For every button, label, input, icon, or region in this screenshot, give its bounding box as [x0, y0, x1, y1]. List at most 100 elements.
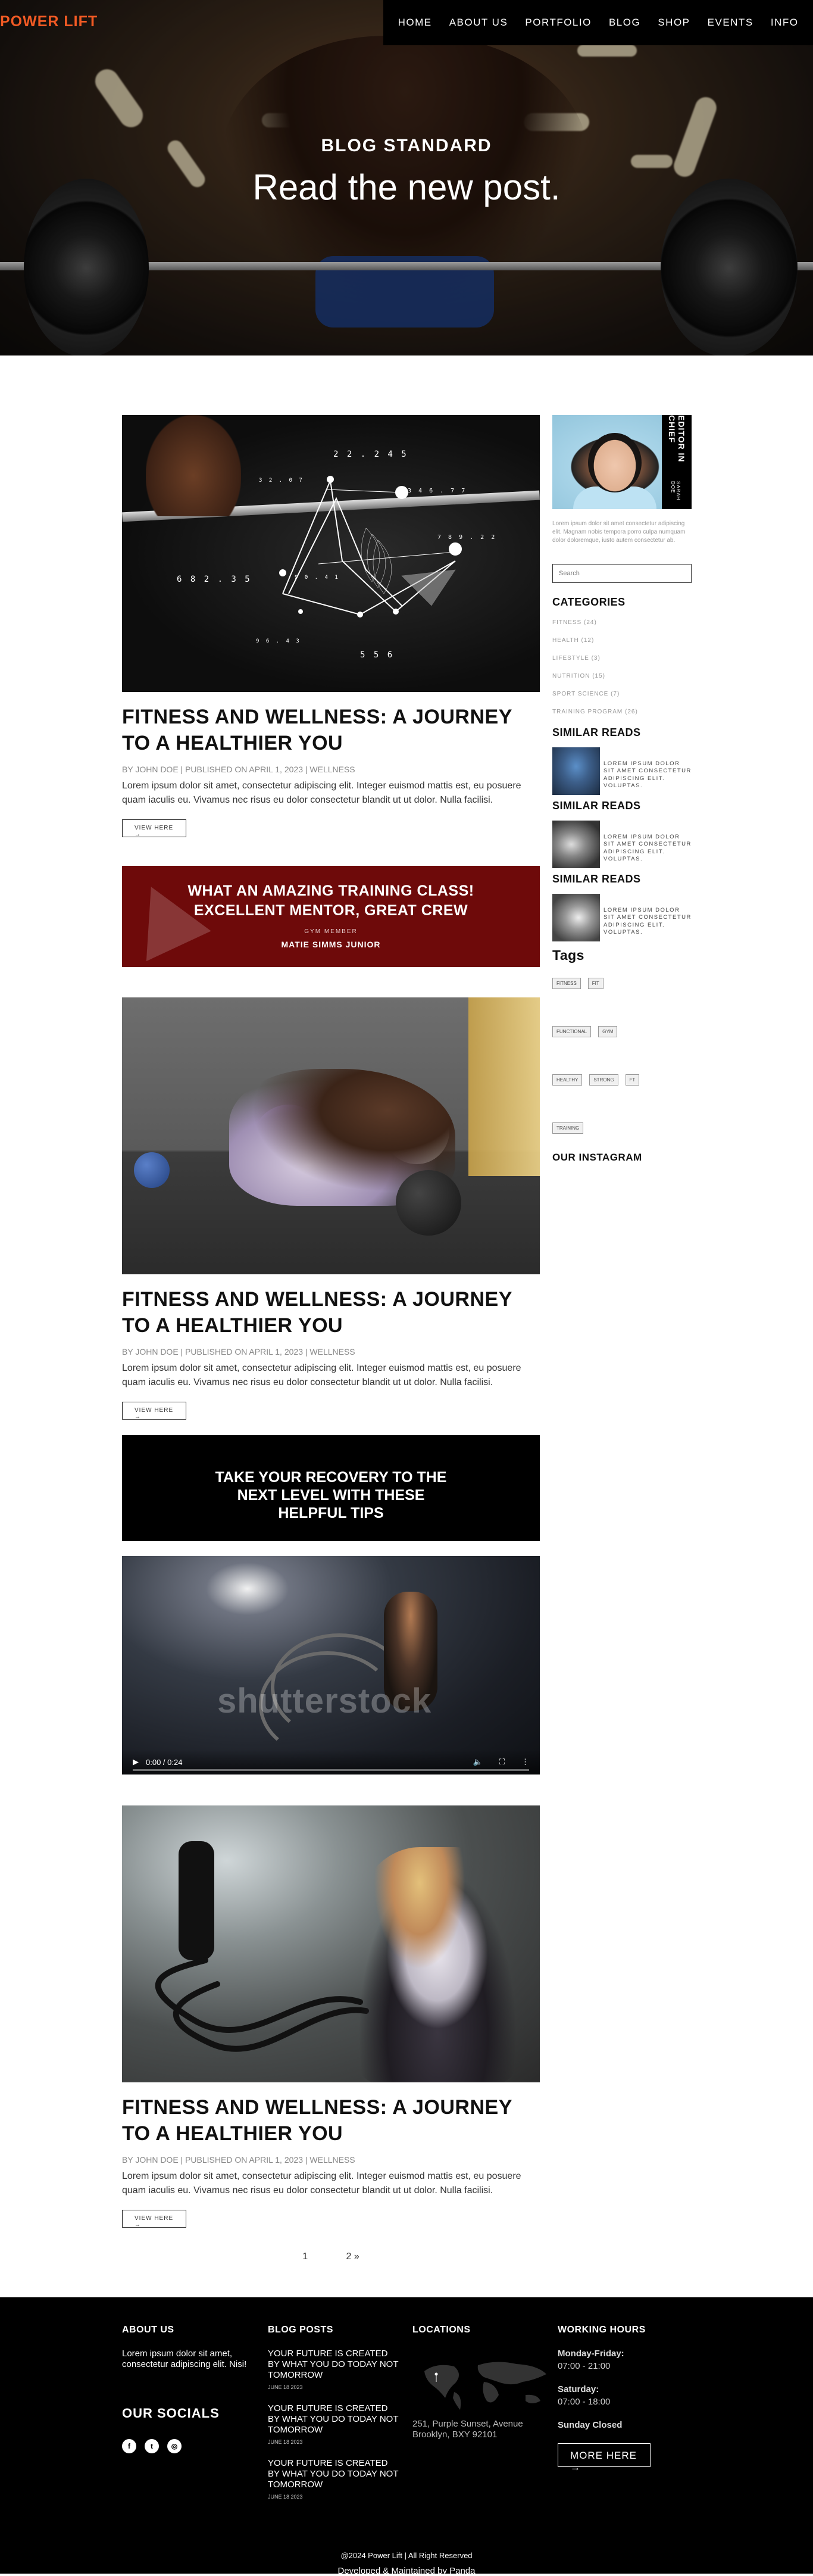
image-label: 9 6 . 4 3 [256, 638, 301, 644]
weekday-hours: 07:00 - 21:00 [558, 2361, 611, 2371]
similar-read-title: LOREM IPSUM DOLOR SIT AMET CONSECTETUR A… [604, 907, 692, 936]
post-excerpt: Lorem ipsum dolor sit amet, consectetur … [122, 2171, 521, 2196]
page-1-link[interactable]: 1 [302, 2251, 308, 2262]
twitter-icon[interactable]: t [145, 2439, 159, 2453]
nav-portfolio[interactable]: PORTFOLIO [525, 17, 591, 29]
post-excerpt: Lorem ipsum dolor sit amet, consectetur … [122, 1363, 521, 1388]
similar-read-item[interactable]: LOREM IPSUM DOLOR SIT AMET CONSECTETUR A… [552, 821, 692, 868]
footer-blog-posts: BLOG POSTS YOUR FUTURE IS CREATED BY WHA… [268, 2325, 399, 2500]
medicine-ball [396, 1170, 461, 1236]
categories-heading: CATEGORIES [552, 596, 626, 608]
tag[interactable]: FT [625, 1074, 640, 1086]
search-input[interactable] [552, 564, 692, 583]
video-player[interactable]: shutterstock ▶ 0:00 / 0:24 🔈 ⛶ ⋮ [122, 1556, 540, 1774]
footer-hours: WORKING HOURS Monday-Friday: 07:00 - 21:… [558, 2325, 695, 2474]
tag[interactable]: FIT [587, 978, 604, 989]
similar-read-item[interactable]: LOREM IPSUM DOLOR SIT AMET CONSECTETUR A… [552, 747, 692, 795]
footer-blog-heading: BLOG POSTS [268, 2325, 333, 2335]
sunday-status: Sunday Closed [558, 2420, 623, 2430]
nav-shop[interactable]: SHOP [658, 17, 690, 29]
post-title[interactable]: FITNESS AND WELLNESS: A JOURNEY TO A HEA… [122, 2094, 540, 2147]
post-title[interactable]: FITNESS AND WELLNESS: A JOURNEY TO A HEA… [122, 1286, 540, 1339]
footer-blog-post[interactable]: YOUR FUTURE IS CREATED BY WHAT YOU DO TO… [268, 2458, 399, 2500]
main-nav: HOME ABOUT US PORTFOLIO BLOG SHOP EVENTS… [383, 0, 813, 45]
testimonial-banner[interactable]: WHAT AN AMAZING TRAINING CLASS! EXCELLEN… [118, 866, 540, 967]
recovery-banner[interactable]: TAKE YOUR RECOVERY TO THE NEXT LEVEL WIT… [122, 1435, 540, 1541]
world-map-icon [412, 2353, 555, 2413]
volume-icon[interactable]: 🔈 [473, 1757, 483, 1767]
post-image-battle-ropes[interactable] [122, 1805, 540, 2082]
tag[interactable]: FITNESS [552, 978, 581, 989]
facebook-icon[interactable]: f [122, 2439, 136, 2453]
footer-locations-heading: LOCATIONS [412, 2325, 471, 2335]
social-links: f t ◎ [122, 2439, 247, 2453]
nav-events[interactable]: EVENTS [708, 17, 753, 29]
athlete-figure [348, 1847, 527, 2082]
saturday-label: Saturday: [558, 2384, 599, 2394]
instagram-heading: OUR INSTAGRAM [552, 1152, 642, 1163]
tag[interactable]: GYM [598, 1026, 618, 1037]
nav-home[interactable]: HOME [398, 17, 432, 29]
video-progress-bar[interactable] [133, 1769, 529, 1771]
tag[interactable]: HEALTHY [552, 1074, 583, 1086]
similar-read-item[interactable]: LOREM IPSUM DOLOR SIT AMET CONSECTETUR A… [552, 894, 692, 941]
footer-about: ABOUT US Lorem ipsum dolor sit amet, con… [122, 2325, 247, 2453]
video-watermark: shutterstock [217, 1682, 432, 1720]
site-logo[interactable]: POWER LIFT [0, 13, 98, 30]
nav-info[interactable]: INFO [771, 17, 799, 29]
image-label: 3 2 . 0 7 [259, 478, 304, 484]
similar-read-thumbnail [552, 821, 600, 868]
tag-cloud: FITNESS FIT FUNCTIONAL GYM HEALTHY STRON… [552, 978, 648, 1134]
more-options-icon[interactable]: ⋮ [521, 1757, 529, 1767]
post-meta: BY JOHN DOE | PUBLISHED ON APRIL 1, 2023… [122, 2155, 355, 2165]
editor-bio: Lorem ipsum dolor sit amet consectetur a… [552, 520, 686, 544]
post-image-medicine-ball-crunch[interactable] [122, 997, 540, 1274]
view-here-button[interactable]: VIEW HERE → [122, 1402, 186, 1420]
editor-avatar [588, 433, 642, 492]
blog-post: FITNESS AND WELLNESS: A JOURNEY TO A HEA… [122, 997, 540, 1421]
category-link[interactable]: NUTRITION (15) [552, 673, 692, 679]
video-time: 0:00 / 0:24 [146, 1757, 183, 1767]
post-title[interactable]: FITNESS AND WELLNESS: A JOURNEY TO A HEA… [122, 704, 540, 756]
post-image-abstract-barbell[interactable]: 2 2 . 2 4 5 3 4 6 . 7 7 7 8 9 . 2 2 6 8 … [122, 415, 540, 692]
site-footer: ABOUT US Lorem ipsum dolor sit amet, con… [0, 2297, 813, 2547]
similar-read-title: LOREM IPSUM DOLOR SIT AMET CONSECTETUR A… [604, 834, 692, 863]
weekday-label: Monday-Friday: [558, 2349, 624, 2359]
tag[interactable]: TRAINING [552, 1122, 584, 1134]
nav-blog[interactable]: BLOG [609, 17, 640, 29]
more-here-button[interactable]: MORE HERE → [558, 2443, 651, 2473]
tag[interactable]: STRONG [589, 1074, 618, 1086]
blog-post: 2 2 . 2 4 5 3 4 6 . 7 7 7 8 9 . 2 2 6 8 … [122, 415, 540, 839]
image-label: 6 8 2 . 3 5 [177, 575, 252, 584]
blog-post: FITNESS AND WELLNESS: A JOURNEY TO A HEA… [122, 1805, 540, 2229]
fullscreen-icon[interactable]: ⛶ [499, 1757, 505, 1767]
footer-blog-post[interactable]: YOUR FUTURE IS CREATED BY WHAT YOU DO TO… [268, 2349, 399, 2390]
view-here-button[interactable]: VIEW HERE → [122, 819, 186, 838]
copyright-bar: @2024 Power Lift | All Right Reserved De… [0, 2547, 813, 2576]
category-link[interactable]: LIFESTYLE (3) [552, 655, 692, 662]
developer-credit: Developed & Maintained by Panda [337, 2566, 476, 2576]
image-label: 7 8 9 . 2 2 [437, 534, 497, 541]
tag[interactable]: FUNCTIONAL [552, 1026, 592, 1037]
image-label: 9 0 . 4 1 [295, 575, 340, 581]
footer-blog-post[interactable]: YOUR FUTURE IS CREATED BY WHAT YOU DO TO… [268, 2403, 399, 2445]
footer-address: 251, Purple Sunset, Avenue Brooklyn, BXY… [412, 2419, 523, 2440]
nav-about-us[interactable]: ABOUT US [449, 17, 508, 29]
play-icon[interactable]: ▶ [133, 1757, 139, 1767]
similar-reads-heading: SIMILAR READS [552, 800, 641, 812]
similar-reads-heading: SIMILAR READS [552, 873, 641, 885]
instagram-icon[interactable]: ◎ [167, 2439, 182, 2453]
editor-card[interactable]: EDITOR IN CHIEF SARAH DOE [552, 415, 692, 509]
view-here-button[interactable]: VIEW HERE → [122, 2210, 186, 2228]
page-2-link[interactable]: 2 » [346, 2251, 359, 2262]
category-link[interactable]: HEALTH (12) [552, 637, 692, 644]
similar-read-thumbnail [552, 894, 600, 941]
tags-heading: Tags [552, 947, 584, 963]
image-label: 3 4 6 . 7 7 [408, 488, 467, 494]
footer-locations: LOCATIONS 251, Purple Sunset, Avenue Bro… [412, 2325, 549, 2440]
geometric-overlay [279, 476, 462, 618]
footer-about-text: Lorem ipsum dolor sit amet, consectetur … [122, 2349, 247, 2369]
category-link[interactable]: TRAINING PROGRAM (26) [552, 709, 692, 715]
category-link[interactable]: FITNESS (24) [552, 619, 692, 626]
category-link[interactable]: SPORT SCIENCE (7) [552, 691, 692, 697]
